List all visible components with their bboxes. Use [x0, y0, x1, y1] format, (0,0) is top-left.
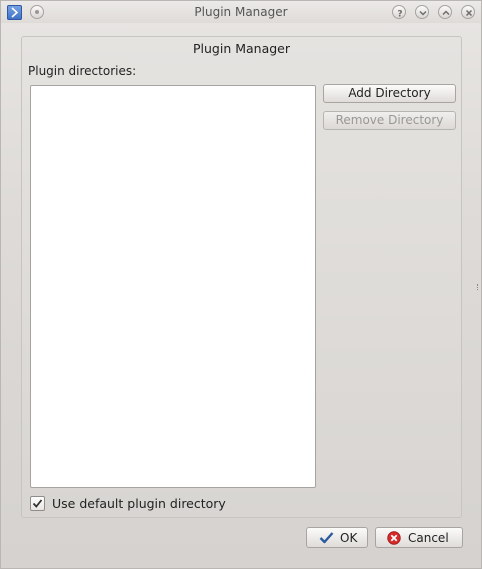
checkmark-icon	[32, 499, 43, 508]
use-default-plugin-directory-checkbox[interactable]	[30, 496, 45, 511]
cancel-label: Cancel	[408, 531, 449, 545]
plugin-manager-window: Plugin Manager ? Plugin Manager Plugin d…	[0, 0, 482, 569]
cancel-button[interactable]: Cancel	[375, 527, 463, 548]
remove-directory-button[interactable]: Remove Directory	[323, 111, 456, 130]
maximize-icon[interactable]	[438, 5, 452, 19]
ok-button[interactable]: OK	[306, 527, 368, 548]
resize-grip[interactable]	[477, 284, 480, 290]
window-title: Plugin Manager	[194, 5, 288, 19]
ok-label: OK	[340, 531, 358, 545]
cancel-icon	[387, 531, 401, 545]
close-icon[interactable]	[461, 5, 475, 19]
svg-text:?: ?	[397, 10, 402, 19]
ok-check-icon	[319, 532, 334, 544]
add-directory-button[interactable]: Add Directory	[323, 84, 456, 103]
plugin-manager-group: Plugin Manager Plugin directories: Add D…	[21, 36, 462, 518]
plugin-directories-list[interactable]	[30, 85, 316, 488]
group-title: Plugin Manager	[192, 41, 291, 56]
help-icon[interactable]: ?	[392, 5, 406, 19]
minimize-icon[interactable]	[415, 5, 429, 19]
use-default-plugin-directory-label: Use default plugin directory	[52, 496, 226, 511]
title-bar[interactable]: Plugin Manager ?	[1, 1, 481, 23]
plugin-directories-label: Plugin directories:	[28, 64, 137, 78]
